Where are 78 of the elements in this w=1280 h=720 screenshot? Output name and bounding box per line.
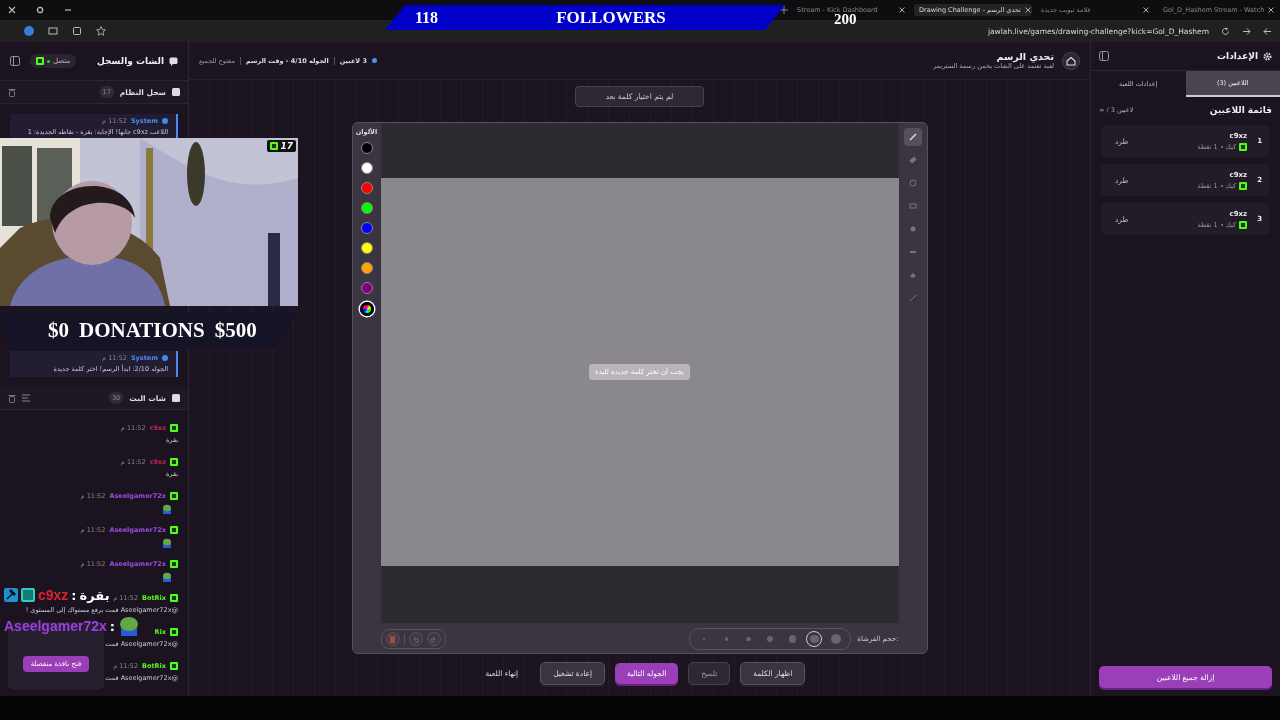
system-icon	[162, 118, 168, 124]
trash-icon	[389, 635, 396, 643]
donation-goal: $500	[214, 317, 257, 343]
viewer-count-badge: 17	[267, 140, 296, 152]
info-icon	[172, 88, 180, 96]
color-swatch[interactable]	[360, 162, 373, 174]
goal-label: FOLLOWERS	[556, 7, 666, 28]
platform-icon	[36, 57, 44, 65]
close-icon[interactable]	[8, 6, 16, 14]
color-swatch[interactable]	[360, 182, 373, 194]
platform-icon	[1239, 220, 1248, 229]
chat-username: Aseelgamer72x	[4, 619, 107, 633]
follower-count: 118	[415, 8, 439, 27]
new-tab-icon[interactable]	[780, 6, 788, 14]
forward-arrow-icon[interactable]	[1242, 26, 1251, 36]
circle-icon	[907, 178, 918, 188]
platform-icon	[170, 424, 178, 432]
color-swatch[interactable]	[360, 222, 373, 234]
collapse-panel-icon[interactable]	[10, 56, 20, 66]
reload-icon[interactable]	[1221, 26, 1230, 36]
color-picker[interactable]	[359, 302, 374, 316]
redo-icon	[430, 635, 437, 643]
chat-username: c9xz	[38, 588, 69, 602]
color-swatch[interactable]	[360, 282, 373, 294]
emote-icon	[162, 538, 172, 548]
goal-label: DONATIONS	[79, 317, 205, 343]
platform-icon	[170, 628, 178, 636]
emote-icon	[162, 572, 172, 582]
emote-icon	[162, 504, 172, 514]
platform-icon	[170, 662, 178, 670]
settings-icon	[1263, 51, 1272, 61]
badge-icon	[21, 588, 35, 602]
donation-amount: $0	[48, 317, 69, 343]
back-arrow-icon[interactable]	[1263, 26, 1272, 36]
platform-icon	[1239, 181, 1248, 190]
panel-title: الشات والسجل	[97, 56, 164, 66]
status-dot-icon	[372, 58, 377, 63]
chat-message: بقرة	[79, 588, 110, 602]
platform-icon	[170, 492, 178, 500]
settings-icon[interactable]	[36, 6, 44, 14]
system-icon	[162, 355, 168, 361]
emote-icon	[117, 616, 140, 636]
trash-icon[interactable]	[8, 87, 16, 97]
close-icon[interactable]	[1143, 7, 1149, 13]
tabs-icon[interactable]	[72, 26, 82, 36]
panel-title: الإعدادات	[1217, 51, 1258, 61]
close-icon[interactable]	[1268, 7, 1275, 13]
pen-icon	[907, 293, 918, 303]
home-icon[interactable]	[1062, 51, 1080, 70]
profile-icon[interactable]	[24, 26, 34, 36]
separator: :	[109, 619, 115, 633]
hammer-icon	[4, 588, 18, 602]
trash-icon[interactable]	[8, 393, 16, 403]
game-title: تحدي الرسم	[996, 51, 1054, 62]
platform-icon	[170, 526, 178, 534]
color-swatch[interactable]	[360, 142, 373, 154]
platform-icon	[170, 560, 178, 568]
color-swatch[interactable]	[360, 242, 373, 254]
color-swatch[interactable]	[360, 262, 373, 274]
follower-goal: 200	[834, 12, 857, 27]
list-title: قائمة اللاعبين	[1209, 105, 1272, 115]
minimize-icon[interactable]	[64, 6, 72, 14]
platform-icon	[270, 142, 279, 150]
chat-icon	[169, 56, 178, 66]
list-icon[interactable]	[22, 394, 30, 402]
collapse-panel-icon[interactable]	[1099, 51, 1109, 61]
bookmark-star-icon[interactable]	[96, 26, 106, 36]
chat-icon	[172, 394, 180, 402]
color-swatch[interactable]	[360, 202, 373, 214]
platform-icon	[170, 458, 178, 466]
undo-icon	[412, 635, 419, 643]
platform-icon	[170, 594, 178, 602]
close-icon[interactable]	[899, 7, 905, 13]
separator: :	[71, 588, 77, 602]
close-icon[interactable]	[1024, 7, 1031, 13]
pencil-tool-button[interactable]	[903, 128, 922, 146]
platform-icon	[1239, 142, 1248, 151]
pencil-icon	[907, 132, 918, 142]
